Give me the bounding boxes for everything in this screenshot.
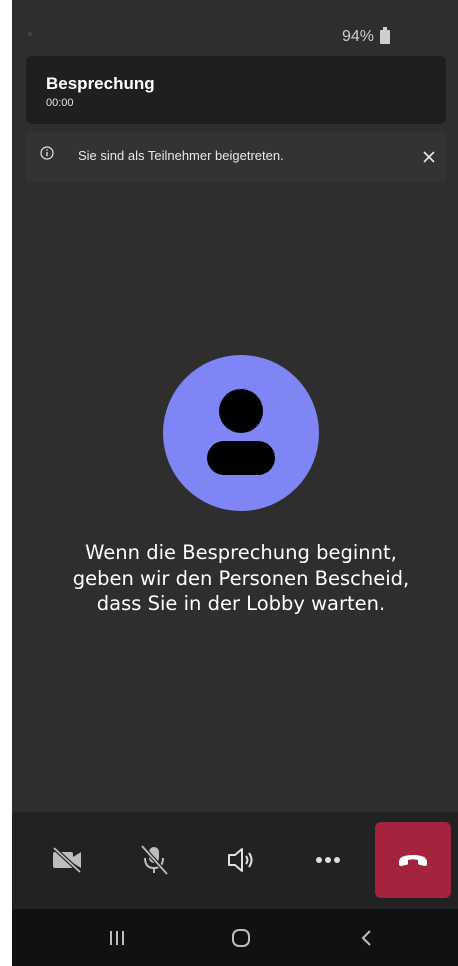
call-screen: 94% Besprechung 00:00 Sie sind als Teiln… <box>12 0 458 966</box>
recent-apps-button[interactable] <box>102 923 132 953</box>
more-options-button[interactable] <box>302 834 354 886</box>
notice-text: Sie sind als Teilnehmer beigetreten. <box>78 148 284 163</box>
status-dot <box>28 32 32 36</box>
close-icon[interactable] <box>418 146 440 168</box>
speaker-icon <box>228 848 253 872</box>
lobby-message-line: dass Sie in der Lobby warten. <box>96 592 386 616</box>
camera-off-icon <box>52 846 82 874</box>
lobby-message-line: geben wir den Personen Bescheid, <box>72 566 410 590</box>
status-bar: 94% <box>12 0 458 56</box>
system-navigation-bar <box>12 909 458 966</box>
back-button[interactable] <box>352 923 382 953</box>
lobby-message-line: Wenn die Besprechung beginnt, <box>85 541 397 564</box>
meeting-header[interactable]: Besprechung 00:00 <box>26 56 446 124</box>
hang-up-button[interactable] <box>375 822 451 898</box>
avatar <box>163 355 319 511</box>
more-options-icon <box>316 857 340 863</box>
meeting-title: Besprechung <box>46 74 155 93</box>
person-icon <box>207 389 275 475</box>
battery-icon <box>380 27 390 44</box>
back-icon <box>361 930 371 946</box>
info-icon <box>40 146 54 160</box>
participant-notice: Sie sind als Teilnehmer beigetreten. <box>26 132 446 182</box>
call-controls <box>12 812 458 909</box>
home-icon <box>232 929 250 947</box>
mic-off-icon <box>140 844 169 876</box>
meeting-duration: 00:00 <box>46 97 74 109</box>
microphone-toggle-button[interactable] <box>128 834 180 886</box>
camera-toggle-button[interactable] <box>41 834 93 886</box>
battery-percentage: 94% <box>341 28 374 45</box>
home-button[interactable] <box>226 923 256 953</box>
speaker-button[interactable] <box>215 834 267 886</box>
hang-up-icon <box>399 855 427 866</box>
lobby-message: Wenn die Besprechung beginnt, geben wir … <box>12 540 458 617</box>
recent-apps-icon <box>110 931 124 945</box>
